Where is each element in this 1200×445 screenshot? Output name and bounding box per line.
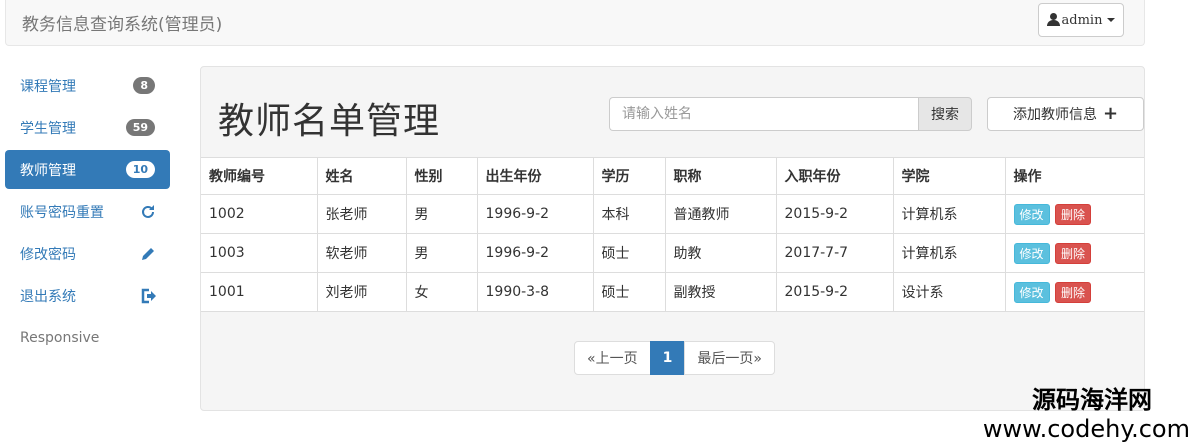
column-header: 教师编号 [201,157,318,195]
cell-hired: 2015-9-2 [775,194,894,234]
table-row: 1003 软老师 男 1996-9-2 硕士 助教 2017-7-7 计算机系 … [201,233,1144,273]
column-header: 学历 [592,157,666,195]
sidebar-item-label: 退出系统 [20,288,76,305]
sidebar-item-label: 课程管理 [20,78,76,95]
caret-down-icon [1107,18,1116,22]
watermark-url: www.codehy.com [982,415,1190,443]
plus-icon: + [1102,103,1119,124]
add-teacher-label: 添加教师信息 [1012,107,1097,123]
sidebar-item-logout[interactable]: 退出系统 [5,276,170,315]
refresh-icon [142,205,154,218]
watermark: 源码海洋网 www.codehy.com [983,385,1190,443]
cell-hired: 2015-9-2 [775,272,894,312]
watermark-title: 源码海洋网 [1032,386,1152,414]
page-title: 教师名单管理 [218,101,441,142]
table-header-row: 教师编号 姓名 性别 出生年份 学历 职称 入职年份 学院 操作 [201,157,1144,195]
pencil-icon [142,248,154,260]
sidebar-item-label: 账号密码重置 [20,204,104,221]
delete-button[interactable]: 删除 [1054,242,1091,264]
cell-actions: 修改 删除 [1004,194,1144,234]
column-header: 性别 [405,157,478,195]
cell-name: 张老师 [316,194,407,234]
edit-button[interactable]: 修改 [1013,281,1050,303]
count-badge: 8 [133,77,155,94]
cell-id: 1003 [201,233,318,273]
cell-title: 副教授 [664,272,777,312]
column-header: 入职年份 [775,157,894,195]
search-group: 搜索 [609,97,972,131]
count-badge: 59 [125,119,155,136]
cell-name: 刘老师 [316,272,407,312]
search-button[interactable]: 搜索 [918,97,972,131]
delete-button[interactable]: 删除 [1054,281,1091,303]
cell-education: 硕士 [592,233,666,273]
sidebar-item-label: 修改密码 [20,246,76,263]
edit-button[interactable]: 修改 [1013,242,1050,264]
delete-button[interactable]: 删除 [1054,203,1091,225]
sidebar-item-students[interactable]: 学生管理 59 [5,108,170,147]
main-panel: 教师名单管理 搜索 添加教师信息 + 教师编号 姓名 性别 出生年份 学历 职称… [200,66,1145,411]
cell-birth: 1996-9-2 [476,194,594,234]
count-badge: 10 [125,161,155,178]
cell-gender: 男 [405,194,478,234]
column-header: 职称 [664,157,777,195]
cell-hired: 2017-7-7 [775,233,894,273]
sidebar-item-label: 教师管理 [20,162,76,179]
prev-page-link[interactable]: «上一页 [574,341,651,375]
sidebar: 课程管理 8 学生管理 59 教师管理 10 账号密码重置 修改密码 退出系统 … [5,66,170,357]
cell-actions: 修改 删除 [1004,272,1144,312]
sidebar-item-teachers[interactable]: 教师管理 10 [5,150,170,189]
add-teacher-button[interactable]: 添加教师信息 + [987,97,1144,131]
table-row: 1002 张老师 男 1996-9-2 本科 普通教师 2015-9-2 计算机… [201,194,1144,234]
cell-gender: 女 [405,272,478,312]
column-header: 操作 [1004,157,1144,195]
cell-gender: 男 [405,233,478,273]
search-input[interactable] [609,97,918,131]
pagination: «上一页 1 最后一页» [574,341,775,375]
cell-name: 软老师 [316,233,407,273]
column-header: 出生年份 [476,157,594,195]
table-row: 1001 刘老师 女 1990-3-8 硕士 副教授 2015-9-2 设计系 … [201,272,1144,312]
logout-icon [141,288,156,304]
cell-id: 1001 [201,272,318,312]
sidebar-item-change-password[interactable]: 修改密码 [5,234,170,273]
user-menu-button[interactable]: admin [1038,3,1124,37]
cell-actions: 修改 删除 [1004,233,1144,273]
column-header: 学院 [892,157,1006,195]
cell-education: 本科 [592,194,666,234]
cell-college: 计算机系 [892,194,1006,234]
sidebar-item-reset-password[interactable]: 账号密码重置 [5,192,170,231]
user-icon [1046,13,1060,27]
cell-title: 普通教师 [664,194,777,234]
edit-button[interactable]: 修改 [1013,203,1050,225]
cell-id: 1002 [201,194,318,234]
app-brand[interactable]: 教务信息查询系统(管理员) [22,10,222,35]
cell-title: 助教 [664,233,777,273]
cell-college: 设计系 [892,272,1006,312]
sidebar-footer: Responsive [20,329,100,346]
cell-college: 计算机系 [892,233,1006,273]
sidebar-item-label: 学生管理 [20,120,76,137]
cell-birth: 1996-9-2 [476,233,594,273]
cell-education: 硕士 [592,272,666,312]
cell-birth: 1990-3-8 [476,272,594,312]
top-navbar: 教务信息查询系统(管理员) admin [5,0,1145,46]
sidebar-item-courses[interactable]: 课程管理 8 [5,66,170,105]
user-label: admin [1061,12,1103,28]
column-header: 姓名 [316,157,407,195]
last-page-link[interactable]: 最后一页» [684,341,775,375]
teacher-table: 教师编号 姓名 性别 出生年份 学历 职称 入职年份 学院 操作 1002 张老… [201,157,1144,312]
current-page[interactable]: 1 [649,341,686,375]
